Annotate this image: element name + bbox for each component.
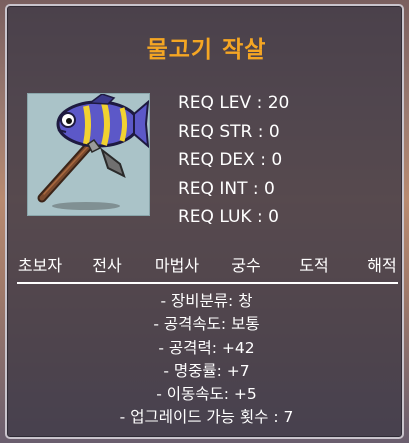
stat-accuracy: - 명중률: +7 (163, 361, 250, 380)
stat-attack: - 공격력: +42 (158, 338, 255, 357)
req-level: REQ LEV : 20 (178, 93, 290, 113)
item-icon-frame (27, 93, 150, 216)
stat-upgrade-slots: - 업그레이드 가능 횟수 : 7 (119, 408, 294, 427)
item-name: 물고기 작살 (146, 37, 267, 63)
divider (17, 282, 398, 284)
job-warrior: 전사 (92, 256, 122, 275)
stat-attack-speed: - 공격속도: 보통 (153, 315, 260, 334)
req-int: REQ INT : 0 (178, 178, 275, 199)
item-stats: - 장비분류: 창 - 공격속도: 보통 - 공격력: +42 - 명중률: +… (7, 290, 406, 430)
requirements-list: REQ LEV : 20 REQ STR : 0 REQ DEX : 0 REQ… (178, 89, 289, 232)
stat-category: - 장비분류: 창 (160, 292, 253, 310)
job-archer: 궁수 (231, 256, 261, 275)
job-list: 초보자 전사 마법사 궁수 도적 해적 (7, 252, 406, 276)
job-beginner: 초보자 (17, 256, 63, 275)
job-pirate: 해적 (367, 256, 397, 275)
fish-spear-icon (37, 94, 149, 210)
req-dex: REQ DEX : 0 (178, 150, 283, 170)
req-luk: REQ LUK : 0 (178, 207, 279, 227)
req-str: REQ STR : 0 (178, 121, 280, 142)
job-magician: 마법사 (154, 256, 200, 275)
stat-speed: - 이동속도: +5 (156, 385, 257, 404)
job-thief: 도적 (299, 256, 329, 275)
item-tooltip: 물고기 작살 REQ LEV: 20 REQ STR: 0 REQ DEX … (5, 4, 404, 439)
